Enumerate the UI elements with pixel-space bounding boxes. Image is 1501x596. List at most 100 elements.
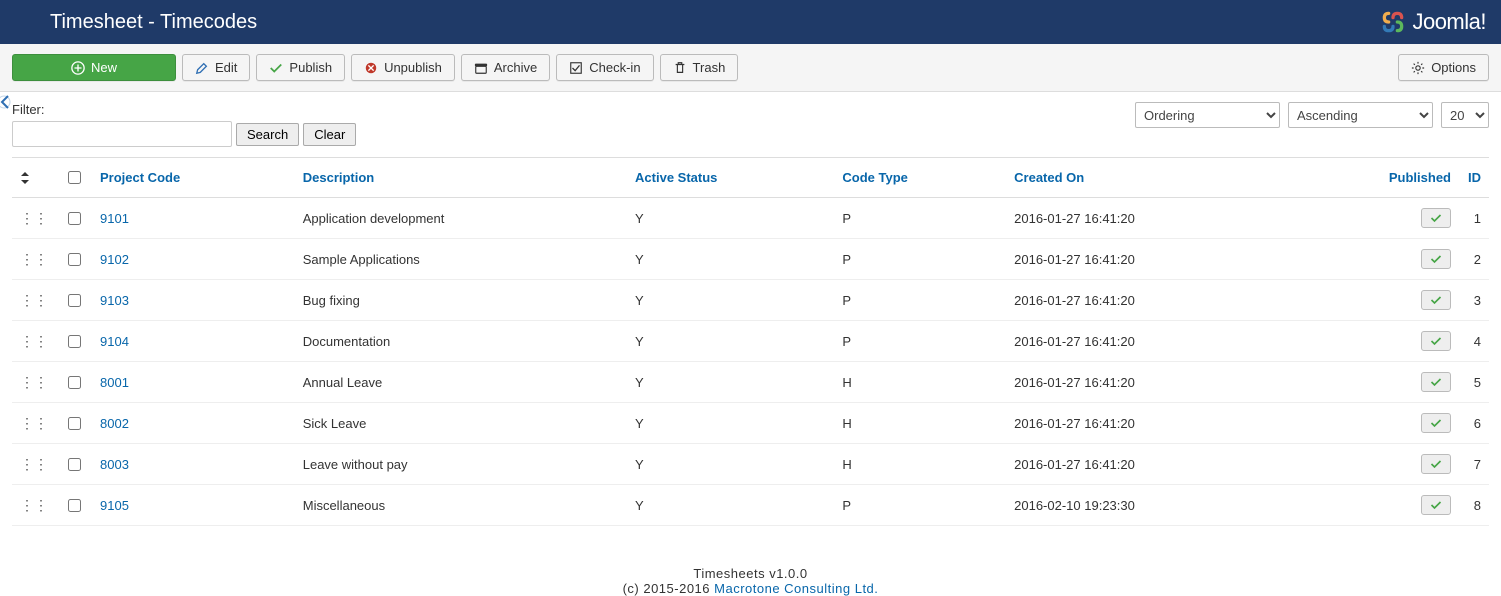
column-created-on[interactable]: Created On xyxy=(1006,158,1294,198)
toolbar-right: Options xyxy=(1398,54,1489,81)
toolbar: New Edit Publish Unpublish Archive xyxy=(0,44,1501,92)
drag-handle-icon[interactable]: ⋮⋮ xyxy=(20,497,48,513)
column-published[interactable]: Published xyxy=(1294,158,1459,198)
cell-id: 6 xyxy=(1459,403,1489,444)
cell-active: Y xyxy=(627,198,834,239)
cell-description: Leave without pay xyxy=(295,444,627,485)
table-row: ⋮⋮ 9101 Application development Y P 2016… xyxy=(12,198,1489,239)
filter-input[interactable] xyxy=(12,121,232,147)
table-row: ⋮⋮ 8001 Annual Leave Y H 2016-01-27 16:4… xyxy=(12,362,1489,403)
footer-link[interactable]: Macrotone Consulting Ltd. xyxy=(714,581,878,596)
sort-icon xyxy=(20,172,48,184)
column-active-status[interactable]: Active Status xyxy=(627,158,834,198)
project-code-link[interactable]: 9102 xyxy=(100,252,129,267)
drag-handle-icon[interactable]: ⋮⋮ xyxy=(20,292,48,308)
table-row: ⋮⋮ 9105 Miscellaneous Y P 2016-02-10 19:… xyxy=(12,485,1489,526)
toolbar-left: New Edit Publish Unpublish Archive xyxy=(12,54,738,81)
drag-handle-icon[interactable]: ⋮⋮ xyxy=(20,333,48,349)
cell-id: 3 xyxy=(1459,280,1489,321)
column-code-type[interactable]: Code Type xyxy=(834,158,1006,198)
limit-select[interactable]: 20 xyxy=(1441,102,1489,128)
cell-created: 2016-01-27 16:41:20 xyxy=(1006,239,1294,280)
column-id[interactable]: ID xyxy=(1459,158,1489,198)
table-row: ⋮⋮ 9102 Sample Applications Y P 2016-01-… xyxy=(12,239,1489,280)
published-toggle[interactable] xyxy=(1421,208,1451,228)
published-toggle[interactable] xyxy=(1421,454,1451,474)
cell-id: 5 xyxy=(1459,362,1489,403)
options-button[interactable]: Options xyxy=(1398,54,1489,81)
edit-button[interactable]: Edit xyxy=(182,54,250,81)
table-row: ⋮⋮ 9103 Bug fixing Y P 2016-01-27 16:41:… xyxy=(12,280,1489,321)
drag-handle-icon[interactable]: ⋮⋮ xyxy=(20,210,48,226)
unpublish-button[interactable]: Unpublish xyxy=(351,54,455,81)
project-code-link[interactable]: 9104 xyxy=(100,334,129,349)
footer-copyright: (c) 2015-2016 Macrotone Consulting Ltd. xyxy=(0,581,1501,596)
published-toggle[interactable] xyxy=(1421,290,1451,310)
cell-created: 2016-01-27 16:41:20 xyxy=(1006,321,1294,362)
project-code-link[interactable]: 9101 xyxy=(100,211,129,226)
row-checkbox[interactable] xyxy=(68,212,81,225)
published-toggle[interactable] xyxy=(1421,331,1451,351)
row-checkbox[interactable] xyxy=(68,335,81,348)
project-code-link[interactable]: 8002 xyxy=(100,416,129,431)
cell-type: H xyxy=(834,362,1006,403)
cell-description: Annual Leave xyxy=(295,362,627,403)
check-all-checkbox[interactable] xyxy=(68,171,81,184)
sort-direction-select[interactable]: Ascending xyxy=(1288,102,1433,128)
options-button-label: Options xyxy=(1431,60,1476,75)
drag-handle-icon[interactable]: ⋮⋮ xyxy=(20,374,48,390)
row-checkbox[interactable] xyxy=(68,417,81,430)
clear-button[interactable]: Clear xyxy=(303,123,356,146)
drag-handle-icon[interactable]: ⋮⋮ xyxy=(20,251,48,267)
plus-icon xyxy=(71,61,85,75)
trash-button[interactable]: Trash xyxy=(660,54,739,81)
page-title: Timesheet - Timecodes xyxy=(50,11,257,34)
published-toggle[interactable] xyxy=(1421,413,1451,433)
project-code-link[interactable]: 8001 xyxy=(100,375,129,390)
published-toggle[interactable] xyxy=(1421,495,1451,515)
publish-button[interactable]: Publish xyxy=(256,54,345,81)
pencil-icon xyxy=(195,61,209,75)
cell-id: 2 xyxy=(1459,239,1489,280)
cell-type: H xyxy=(834,403,1006,444)
cell-active: Y xyxy=(627,239,834,280)
column-description[interactable]: Description xyxy=(295,158,627,198)
checkin-button[interactable]: Check-in xyxy=(556,54,653,81)
row-checkbox[interactable] xyxy=(68,294,81,307)
cell-active: Y xyxy=(627,362,834,403)
cell-type: P xyxy=(834,321,1006,362)
brand-text: Joomla! xyxy=(1412,9,1486,35)
drag-handle-icon[interactable]: ⋮⋮ xyxy=(20,456,48,472)
published-toggle[interactable] xyxy=(1421,249,1451,269)
row-checkbox[interactable] xyxy=(68,458,81,471)
column-sort[interactable] xyxy=(12,158,56,198)
sort-field-select[interactable]: Ordering xyxy=(1135,102,1280,128)
search-button[interactable]: Search xyxy=(236,123,299,146)
cell-type: P xyxy=(834,485,1006,526)
drag-handle-icon[interactable]: ⋮⋮ xyxy=(20,415,48,431)
cell-type: P xyxy=(834,280,1006,321)
row-checkbox[interactable] xyxy=(68,499,81,512)
project-code-link[interactable]: 9105 xyxy=(100,498,129,513)
project-code-link[interactable]: 9103 xyxy=(100,293,129,308)
column-project-code[interactable]: Project Code xyxy=(92,158,295,198)
cell-description: Application development xyxy=(295,198,627,239)
column-checkall xyxy=(56,158,92,198)
cell-created: 2016-02-10 19:23:30 xyxy=(1006,485,1294,526)
archive-button[interactable]: Archive xyxy=(461,54,550,81)
row-checkbox[interactable] xyxy=(68,253,81,266)
sidebar-collapse-icon[interactable] xyxy=(0,94,12,110)
brand-logo: Joomla! xyxy=(1380,9,1486,35)
cell-id: 7 xyxy=(1459,444,1489,485)
checkbox-icon xyxy=(569,61,583,75)
archive-button-label: Archive xyxy=(494,60,537,75)
checkin-button-label: Check-in xyxy=(589,60,640,75)
row-checkbox[interactable] xyxy=(68,376,81,389)
cell-created: 2016-01-27 16:41:20 xyxy=(1006,362,1294,403)
project-code-link[interactable]: 8003 xyxy=(100,457,129,472)
new-button[interactable]: New xyxy=(12,54,176,81)
publish-button-label: Publish xyxy=(289,60,332,75)
published-toggle[interactable] xyxy=(1421,372,1451,392)
table-row: ⋮⋮ 8003 Leave without pay Y H 2016-01-27… xyxy=(12,444,1489,485)
table-row: ⋮⋮ 8002 Sick Leave Y H 2016-01-27 16:41:… xyxy=(12,403,1489,444)
